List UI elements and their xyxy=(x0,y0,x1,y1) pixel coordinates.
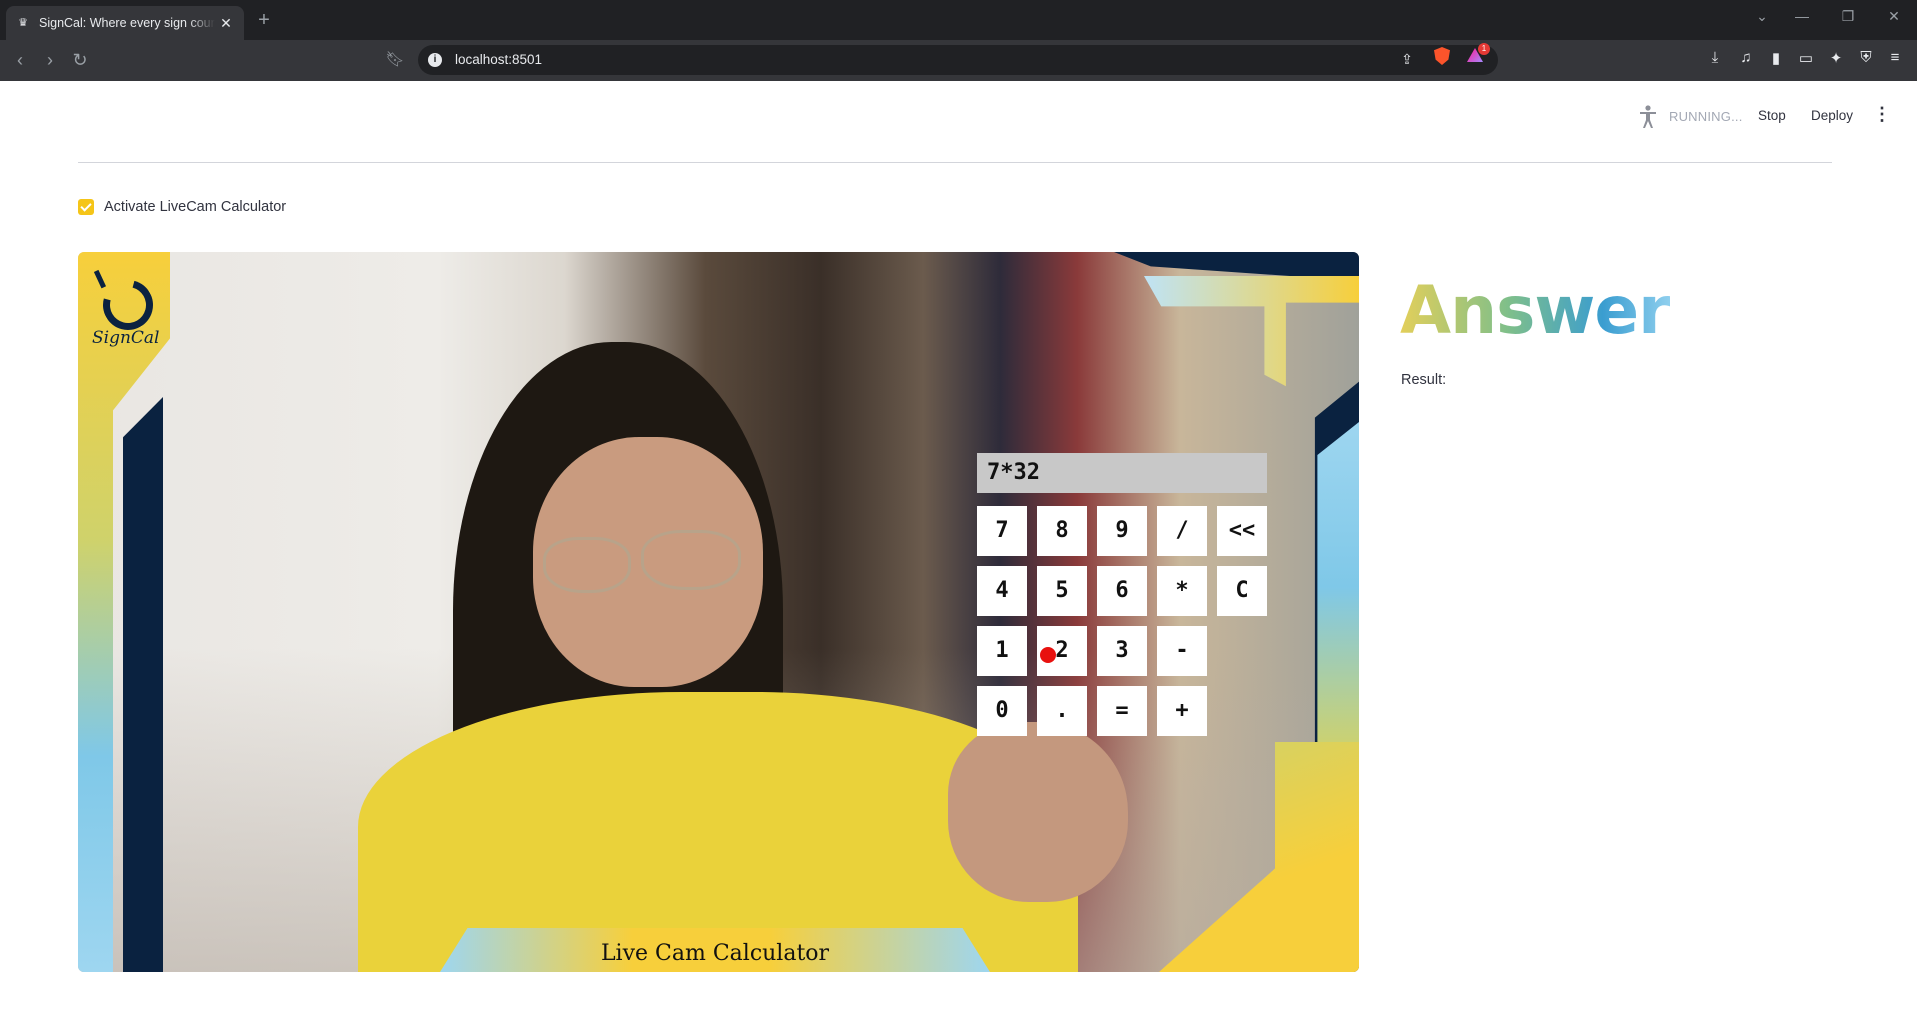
vpn-icon[interactable]: ⛨ xyxy=(1855,49,1877,66)
tab-title: SignCal: Where every sign counts xyxy=(39,16,215,30)
browser-tabbar: ♛ SignCal: Where every sign counts ✕ + ⌄… xyxy=(0,0,1917,40)
checkbox-label: Activate LiveCam Calculator xyxy=(104,199,287,215)
rewards-badge: 1 xyxy=(1478,43,1490,55)
calc-key: 3 xyxy=(1097,626,1147,676)
browser-tab[interactable]: ♛ SignCal: Where every sign counts ✕ xyxy=(6,6,244,40)
back-icon[interactable]: ‹ xyxy=(8,48,32,72)
browser-toolbar: ‹ › ↻ 🔖︎ i localhost:8501 ⇪ 1 ⤓ ♫ ▮ ▭ ✦ … xyxy=(0,40,1917,81)
address-bar[interactable]: i localhost:8501 ⇪ xyxy=(418,45,1498,75)
share-icon[interactable]: ⇪ xyxy=(1397,51,1417,68)
chevron-down-icon[interactable]: ⌄ xyxy=(1750,8,1774,25)
glasses-left-lens xyxy=(543,537,631,593)
calc-key: * xyxy=(1157,566,1207,616)
signcal-logo: SignCal xyxy=(92,268,160,363)
close-icon[interactable]: ✕ xyxy=(218,15,234,32)
calc-key: + xyxy=(1157,686,1207,736)
calc-key: . xyxy=(1037,686,1087,736)
download-icon[interactable]: ⤓ xyxy=(1704,49,1726,66)
menu-icon[interactable]: ≡ xyxy=(1884,49,1906,66)
frame-left-navy-stripe xyxy=(123,397,163,972)
fingertip-marker xyxy=(1040,647,1056,663)
calc-key: C xyxy=(1217,566,1267,616)
forward-icon[interactable]: › xyxy=(38,48,62,72)
calc-key: 8 xyxy=(1037,506,1087,556)
bookmark-icon[interactable]: 🔖︎ xyxy=(383,48,407,72)
logo-text: SignCal xyxy=(92,328,160,348)
kebab-menu-icon[interactable]: ⋮ xyxy=(1873,105,1891,125)
restore-icon[interactable]: ❐ xyxy=(1836,8,1860,25)
close-window-icon[interactable]: ✕ xyxy=(1882,8,1906,25)
calc-key: 9 xyxy=(1097,506,1147,556)
calc-key: 1 xyxy=(977,626,1027,676)
wallet-icon[interactable]: ▭ xyxy=(1795,49,1817,67)
calc-key: = xyxy=(1097,686,1147,736)
minimize-icon[interactable]: — xyxy=(1790,8,1814,24)
signcal-logo-icon xyxy=(95,268,149,322)
glasses-right-lens xyxy=(641,530,741,590)
reload-icon[interactable]: ↻ xyxy=(68,48,92,72)
person-hand xyxy=(948,722,1128,902)
calc-key: << xyxy=(1217,506,1267,556)
running-person-icon xyxy=(1640,105,1656,128)
calc-key: 7 xyxy=(977,506,1027,556)
calc-key: 4 xyxy=(977,566,1027,616)
calc-key: - xyxy=(1157,626,1207,676)
info-icon[interactable]: i xyxy=(428,53,442,67)
answer-heading: Answer xyxy=(1400,272,1671,349)
stop-button[interactable]: Stop xyxy=(1758,108,1786,123)
running-status: RUNNING... xyxy=(1669,109,1743,124)
calculator-display: 7*32 xyxy=(977,453,1267,493)
calc-key: 6 xyxy=(1097,566,1147,616)
banner-label: Live Cam Calculator xyxy=(600,941,830,966)
livecam-checkbox[interactable]: Activate LiveCam Calculator xyxy=(78,199,286,215)
checkbox-checked-icon[interactable] xyxy=(78,199,94,215)
url-text: localhost:8501 xyxy=(455,52,543,67)
leo-ai-icon[interactable]: ✦ xyxy=(1825,49,1847,67)
calc-key: / xyxy=(1157,506,1207,556)
new-tab-icon[interactable]: + xyxy=(254,9,274,32)
live-camera-feed: Live Cam Calculator SignCal 7*32 7 8 9/<< 4… xyxy=(78,252,1359,972)
media-icon[interactable]: ♫ xyxy=(1735,49,1757,66)
divider xyxy=(78,162,1832,163)
calc-key: 5 xyxy=(1037,566,1087,616)
calc-key: 0 xyxy=(977,686,1027,736)
app-header: RUNNING... Stop Deploy ⋮ xyxy=(0,81,1917,151)
crown-icon: ♛ xyxy=(18,17,28,29)
deploy-button[interactable]: Deploy xyxy=(1811,108,1853,123)
sidebar-icon[interactable]: ▮ xyxy=(1765,49,1787,67)
result-label: Result: xyxy=(1401,372,1447,388)
